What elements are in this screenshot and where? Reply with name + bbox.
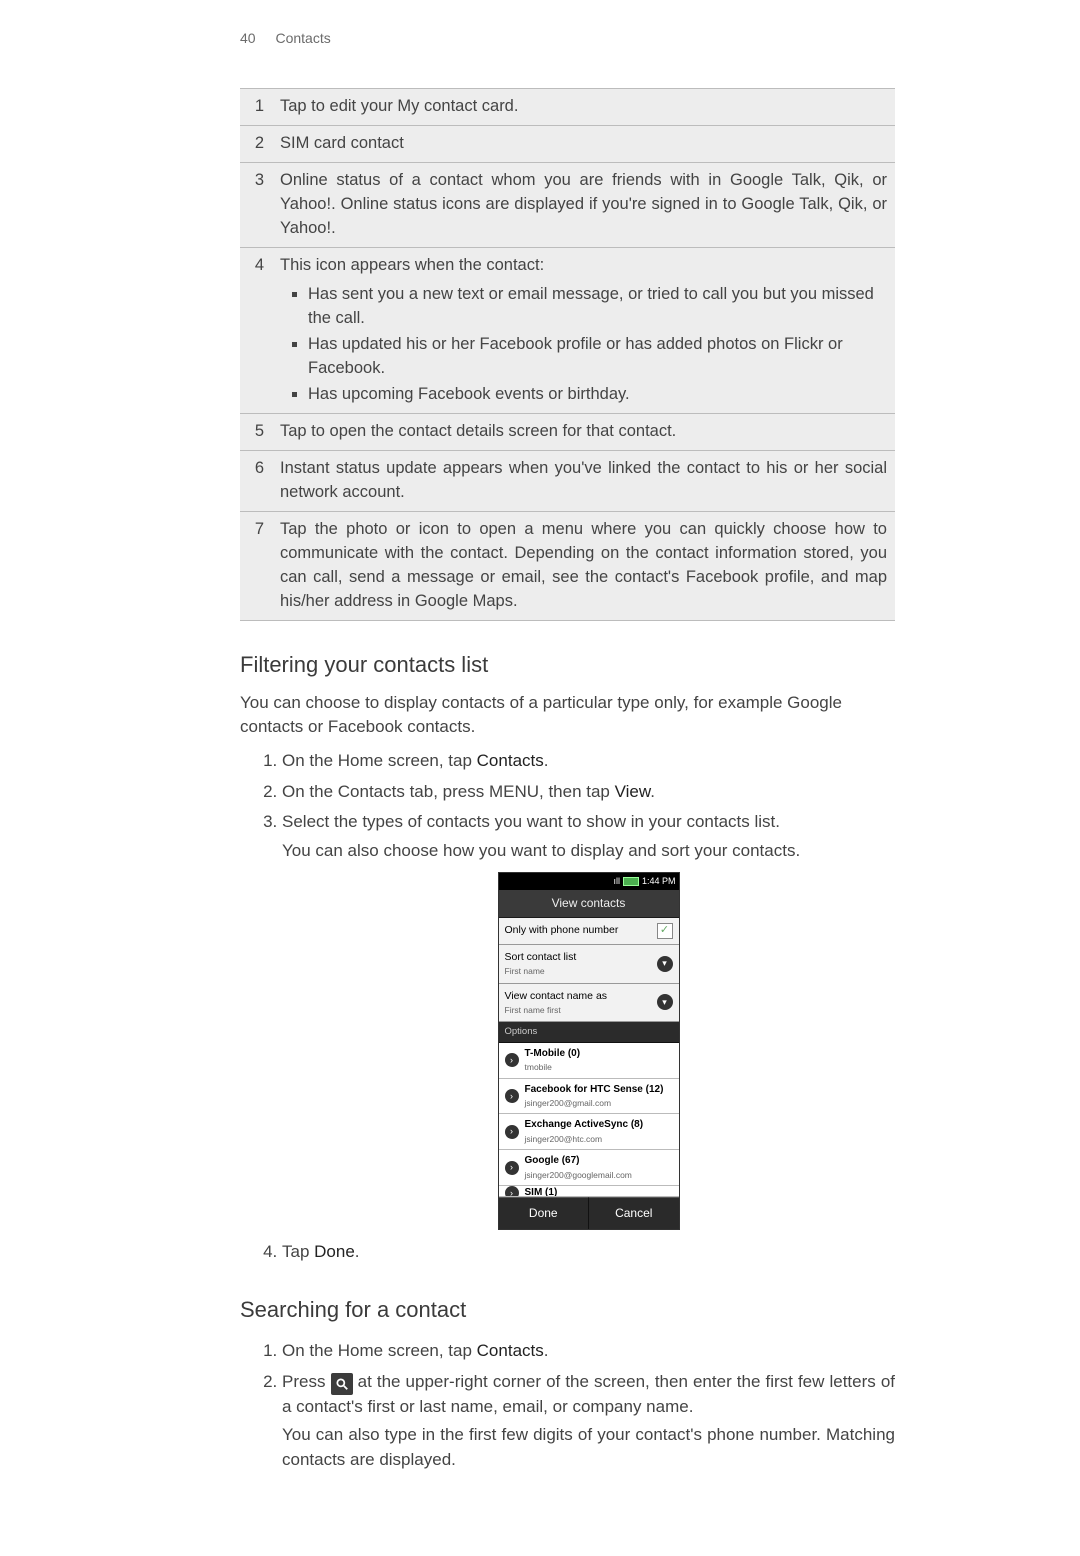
option-text: Exchange ActiveSync (8)jsinger200@htc.co… — [525, 1118, 644, 1145]
sstep1-pre: On the Home screen, tap — [282, 1341, 477, 1360]
legend-row-number: 7 — [240, 512, 272, 621]
chevron-right-icon: › — [505, 1089, 519, 1103]
legend-row: 6Instant status update appears when you'… — [240, 451, 895, 512]
legend-row-text: Online status of a contact whom you are … — [272, 163, 895, 248]
row-sort-value: First name — [505, 965, 577, 977]
legend-table: 1Tap to edit your My contact card.2SIM c… — [240, 88, 895, 621]
option-row[interactable]: › SIM (1) — [499, 1186, 679, 1197]
phone-screenshot: ıll 1:44 PM View contacts Only with phon… — [498, 872, 680, 1231]
legend-row: 2SIM card contact — [240, 126, 895, 163]
legend-row-number: 3 — [240, 163, 272, 248]
filtering-steps: On the Home screen, tap Contacts. On the… — [240, 746, 895, 1268]
step3-text: Select the types of contacts you want to… — [282, 812, 780, 831]
searching-step-2: Press at the upper-right corner of the s… — [282, 1367, 895, 1476]
option-text: Google (67)jsinger200@googlemail.com — [525, 1154, 632, 1181]
screenshot-wrapper: ıll 1:44 PM View contacts Only with phon… — [282, 872, 895, 1231]
legend-bullet-list: Has sent you a new text or email message… — [280, 282, 887, 408]
chevron-right-icon: › — [505, 1053, 519, 1067]
page-header: 40 Contacts — [240, 28, 895, 48]
sstep1-bold: Contacts — [477, 1341, 544, 1360]
page: 40 Contacts 1Tap to edit your My contact… — [0, 0, 1080, 1556]
step2-post: . — [650, 782, 655, 801]
legend-row: 7Tap the photo or icon to open a menu wh… — [240, 512, 895, 621]
chevron-right-icon: › — [505, 1161, 519, 1175]
legend-row: 3Online status of a contact whom you are… — [240, 163, 895, 248]
legend-row-text: Tap to open the contact details screen f… — [272, 414, 895, 451]
option-row[interactable]: › Google (67)jsinger200@googlemail.com — [499, 1150, 679, 1186]
searching-steps: On the Home screen, tap Contacts. Press … — [240, 1336, 895, 1476]
step4-post: . — [355, 1242, 360, 1261]
phone-time: 1:44 PM — [642, 875, 676, 888]
sstep1-post: . — [544, 1341, 549, 1360]
filtering-step-3: Select the types of contacts you want to… — [282, 807, 895, 1237]
step4-pre: Tap — [282, 1242, 314, 1261]
option-text: Facebook for HTC Sense (12)jsinger200@gm… — [525, 1083, 664, 1110]
legend-bullet: Has upcoming Facebook events or birthday… — [308, 382, 887, 408]
page-number: 40 — [240, 30, 256, 46]
filtering-step-2: On the Contacts tab, press MENU, then ta… — [282, 777, 895, 808]
sstep2-sub: You can also type in the first few digit… — [282, 1423, 895, 1472]
legend-row-text: Tap the photo or icon to open a menu whe… — [272, 512, 895, 621]
phone-button-bar: Done Cancel — [499, 1197, 679, 1229]
searching-step-1: On the Home screen, tap Contacts. — [282, 1336, 895, 1367]
legend-row-number: 4 — [240, 247, 272, 414]
row-name-as[interactable]: View contact name as First name first ▾ — [499, 984, 679, 1023]
header-section: Contacts — [275, 30, 330, 46]
legend-row-text: SIM card contact — [272, 126, 895, 163]
chevron-right-icon: › — [505, 1186, 519, 1197]
sstep2-post: at the upper-right corner of the screen,… — [282, 1372, 895, 1416]
legend-bullet: Has updated his or her Facebook profile … — [308, 332, 887, 382]
chevron-right-icon: › — [505, 1125, 519, 1139]
filtering-heading: Filtering your contacts list — [240, 649, 895, 681]
dropdown-icon[interactable]: ▾ — [657, 994, 673, 1010]
filtering-step-4: Tap Done. — [282, 1237, 895, 1268]
option-row[interactable]: › Facebook for HTC Sense (12)jsinger200@g… — [499, 1079, 679, 1115]
phone-statusbar: ıll 1:44 PM — [499, 873, 679, 890]
sstep2-pre: Press — [282, 1372, 331, 1391]
option-row[interactable]: › T-Mobile (0)tmobile — [499, 1043, 679, 1079]
row-sort-text: Sort contact list First name — [505, 950, 577, 978]
row-name-as-label: View contact name as — [505, 990, 608, 1002]
step4-bold: Done — [314, 1242, 355, 1261]
phone-title: View contacts — [499, 890, 679, 918]
legend-row-number: 2 — [240, 126, 272, 163]
row-name-as-value: First name first — [505, 1004, 608, 1016]
option-text: T-Mobile (0)tmobile — [525, 1047, 581, 1074]
legend-row-number: 5 — [240, 414, 272, 451]
legend-row-text: Instant status update appears when you'v… — [272, 451, 895, 512]
row-only-phone-label: Only with phone number — [505, 923, 619, 938]
checkbox-icon[interactable]: ✓ — [657, 923, 673, 939]
legend-row: 1Tap to edit your My contact card. — [240, 89, 895, 126]
legend-row-number: 1 — [240, 89, 272, 126]
searching-heading: Searching for a contact — [240, 1294, 895, 1326]
legend-row: 4This icon appears when the contact:Has … — [240, 247, 895, 414]
row-sort-label: Sort contact list — [505, 951, 577, 963]
step3-sub: You can also choose how you want to disp… — [282, 839, 895, 864]
row-only-phone[interactable]: Only with phone number ✓ — [499, 918, 679, 945]
step2-bold: View — [615, 782, 651, 801]
filtering-step-1: On the Home screen, tap Contacts. — [282, 746, 895, 777]
filtering-intro: You can choose to display contacts of a … — [240, 691, 895, 740]
done-button[interactable]: Done — [499, 1197, 589, 1229]
row-sort[interactable]: Sort contact list First name ▾ — [499, 945, 679, 984]
dropdown-icon[interactable]: ▾ — [657, 956, 673, 972]
step1-pre: On the Home screen, tap — [282, 751, 477, 770]
signal-icon: ıll — [613, 875, 620, 888]
cancel-button[interactable]: Cancel — [588, 1197, 679, 1229]
options-header: Options — [499, 1022, 679, 1043]
legend-row: 5Tap to open the contact details screen … — [240, 414, 895, 451]
search-icon — [331, 1373, 353, 1395]
legend-row-text: This icon appears when the contact:Has s… — [272, 247, 895, 414]
step1-post: . — [544, 751, 549, 770]
row-name-as-text: View contact name as First name first — [505, 989, 608, 1017]
legend-row-text: Tap to edit your My contact card. — [272, 89, 895, 126]
option-row[interactable]: › Exchange ActiveSync (8)jsinger200@htc.c… — [499, 1114, 679, 1150]
option-text: SIM (1) — [525, 1186, 558, 1197]
step2-pre: On the Contacts tab, press MENU, then ta… — [282, 782, 615, 801]
step1-bold: Contacts — [477, 751, 544, 770]
legend-bullet: Has sent you a new text or email message… — [308, 282, 887, 332]
battery-icon — [623, 877, 639, 886]
legend-row-number: 6 — [240, 451, 272, 512]
